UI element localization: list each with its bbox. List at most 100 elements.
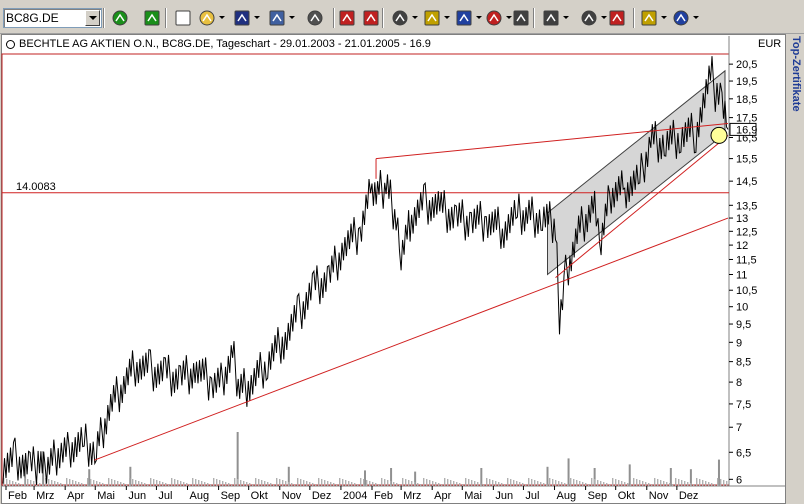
support-trendline-long[interactable] <box>94 217 729 461</box>
volume-bar <box>90 479 92 486</box>
volume-bar <box>540 482 542 486</box>
volume-bar <box>132 479 134 486</box>
volume-bar <box>642 481 644 486</box>
volume-bar <box>207 483 209 486</box>
volume-bar <box>621 481 623 486</box>
volume-bar <box>144 483 146 486</box>
last-price-marker[interactable] <box>710 126 728 144</box>
side-panel[interactable]: Top-Zertifikate <box>786 34 804 504</box>
volume-bar <box>249 483 251 486</box>
y-tick-label: 6 <box>736 474 742 486</box>
volume-bar <box>489 479 491 486</box>
volume-bar <box>672 484 674 486</box>
volume-bar <box>39 483 41 486</box>
volume-bar <box>717 478 719 486</box>
volume-bar <box>153 479 155 486</box>
volume-bar <box>351 482 353 486</box>
volume-bar <box>534 480 536 486</box>
volume-bar <box>690 483 692 486</box>
volume-bar <box>252 484 254 486</box>
volume-bar <box>594 479 596 486</box>
volume-bar <box>357 484 359 486</box>
volume-bar <box>105 484 107 486</box>
x-tick-label: Okt <box>618 490 635 502</box>
volume-bar <box>612 478 614 486</box>
volume-bar <box>618 480 620 486</box>
y-tick-label: 19,5 <box>736 76 757 88</box>
volume-bar <box>582 482 584 486</box>
volume-bar <box>57 482 59 486</box>
volume-bar <box>15 482 17 486</box>
chart-title-icon <box>6 40 15 49</box>
volume-bar <box>234 478 236 486</box>
volume-bar <box>375 483 377 486</box>
volume-bar <box>687 482 689 486</box>
level-line-label: 14.0083 <box>16 181 56 193</box>
volume-bar <box>483 484 485 486</box>
volume-bar <box>546 466 549 486</box>
volume-bar <box>624 482 626 486</box>
volume-bar <box>363 479 365 486</box>
volume-bar <box>573 479 575 486</box>
volume-bar <box>294 484 296 486</box>
y-tick-label: 17,5 <box>736 113 757 125</box>
volume-bar <box>51 480 53 486</box>
volume-bar <box>222 481 224 486</box>
volume-bar <box>75 481 77 486</box>
volume-bar <box>183 482 185 486</box>
volume-bar <box>681 480 683 486</box>
price-series-line[interactable] <box>2 56 729 485</box>
volume-bar <box>342 479 344 486</box>
volume-bar <box>258 479 260 486</box>
volume-bar <box>231 484 233 486</box>
x-tick-label: Aug <box>557 490 577 502</box>
volume-bar <box>477 482 479 486</box>
volume-bar <box>507 478 509 486</box>
y-tick-label: 9 <box>736 337 742 349</box>
volume-bar <box>450 480 452 486</box>
x-tick-label: Nov <box>282 490 302 502</box>
volume-bar <box>141 482 143 486</box>
volume-bar <box>648 483 650 486</box>
volume-bar <box>24 478 26 486</box>
side-panel-label[interactable]: Top-Zertifikate <box>788 36 802 146</box>
volume-bar <box>171 478 173 486</box>
y-tick-label: 7,5 <box>736 399 751 411</box>
volume-bar <box>93 480 95 486</box>
volume-bar <box>186 483 188 486</box>
volume-bar <box>423 478 425 486</box>
volume-bar <box>378 484 380 486</box>
volume-bar <box>468 479 470 486</box>
volume-bar <box>177 480 179 486</box>
volume-bar <box>30 480 32 486</box>
volume-bar <box>714 484 716 486</box>
volume-bar <box>708 482 710 486</box>
volume-bar <box>303 480 305 486</box>
volume-bar <box>42 484 44 486</box>
volume-bar <box>525 484 527 486</box>
volume-bar <box>606 483 608 486</box>
volume-bar <box>711 483 713 486</box>
volume-bar <box>88 469 91 486</box>
volume-bar <box>576 480 578 486</box>
volume-bar <box>432 481 434 486</box>
volume-bar <box>9 480 11 486</box>
volume-bar <box>288 482 290 486</box>
volume-bar <box>684 481 686 486</box>
volume-bar <box>66 478 68 486</box>
volume-bar <box>159 481 161 486</box>
volume-bar <box>297 478 299 486</box>
volume-bar <box>588 484 590 486</box>
volume-bar <box>81 483 83 486</box>
volume-bar <box>369 481 371 486</box>
volume-bar <box>300 479 302 486</box>
volume-bar <box>402 478 404 486</box>
volume-bar <box>261 480 263 486</box>
volume-bar <box>567 484 569 486</box>
volume-bar <box>660 480 662 486</box>
last-price-label: 16,9 <box>736 124 757 136</box>
price-chart[interactable]: 14.008320,519,518,517,516,515,514,513,51… <box>0 0 786 504</box>
volume-bar <box>360 478 362 486</box>
volume-bar <box>615 479 617 486</box>
volume-bar <box>69 479 71 486</box>
